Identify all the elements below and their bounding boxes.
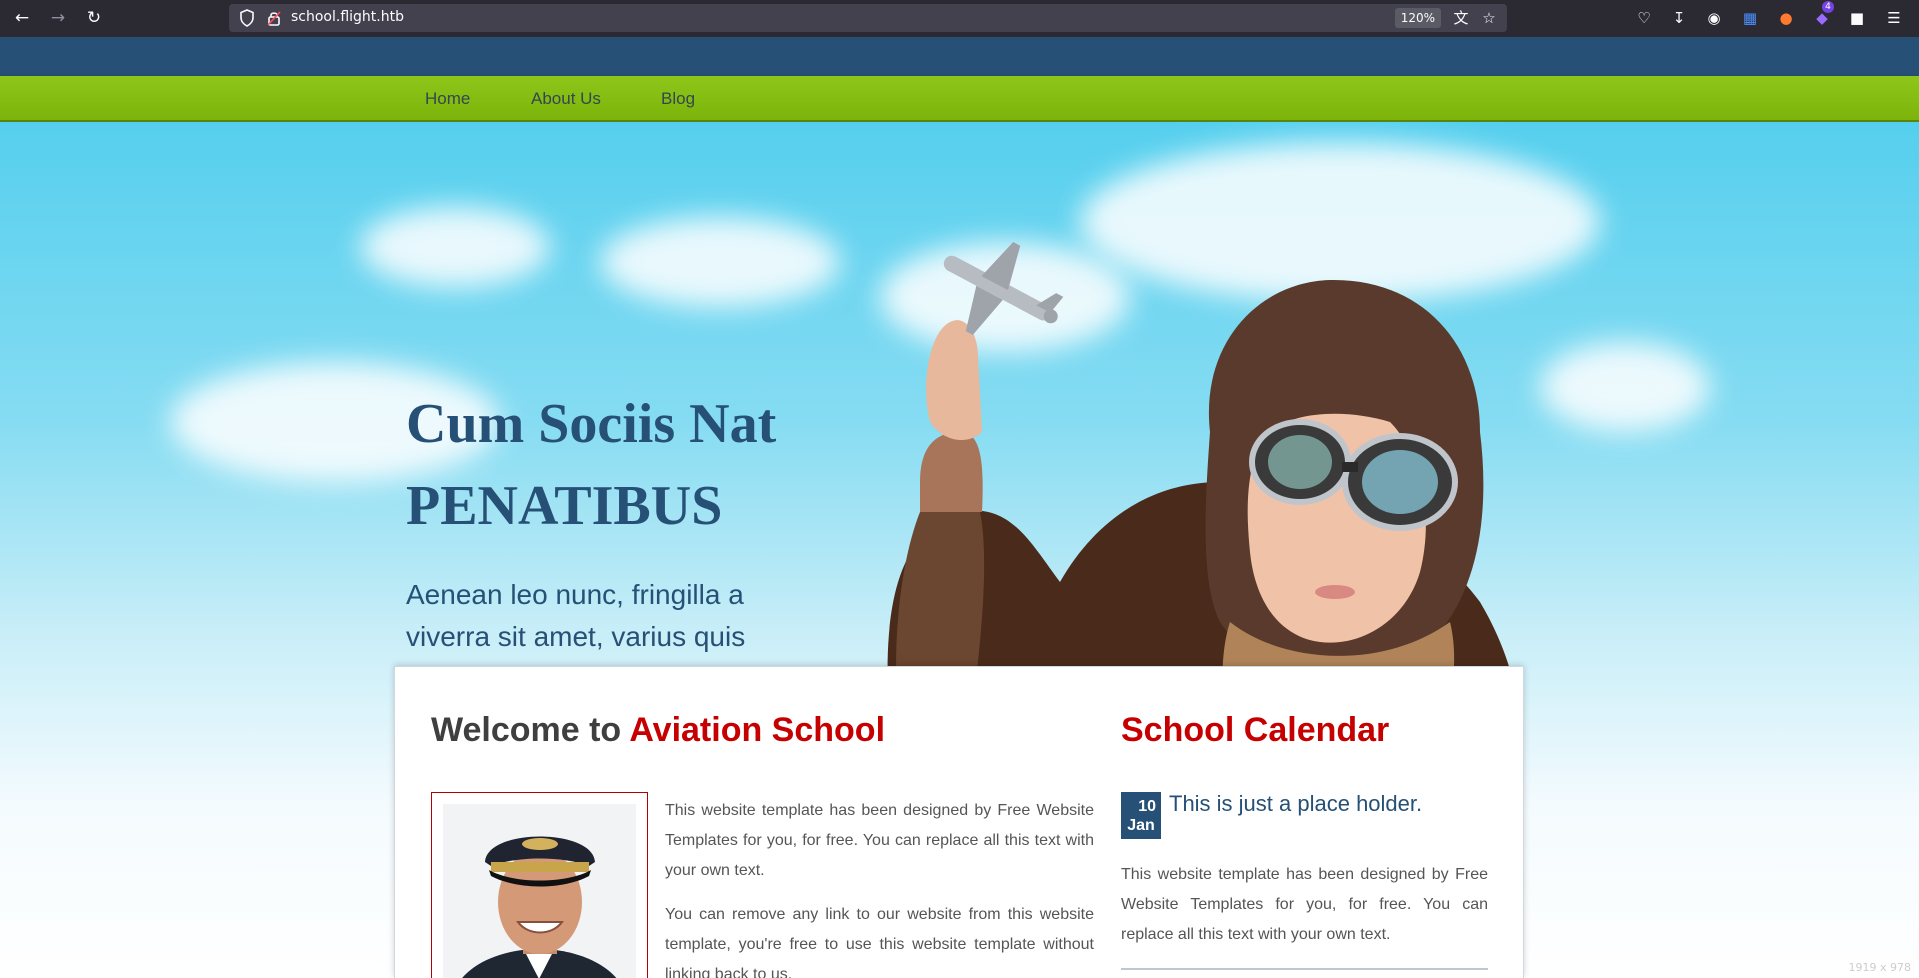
welcome-text: This website template has been designed …	[665, 796, 1094, 978]
lock-icon[interactable]	[266, 9, 282, 27]
url-text[interactable]: school.flight.htb	[291, 9, 404, 25]
welcome-heading: Welcome to Aviation School	[431, 711, 885, 750]
content-panel: Welcome to Aviation School This website …	[394, 666, 1524, 978]
nav-blog[interactable]: Blog	[661, 89, 695, 109]
pilot-photo	[443, 804, 636, 978]
welcome-accent: Aviation School	[629, 711, 886, 749]
back-icon[interactable]: ←	[11, 7, 33, 29]
menu-icon[interactable]: ☰	[1883, 7, 1905, 29]
event-date-badge: 10 Jan	[1121, 792, 1161, 839]
divider	[1121, 968, 1488, 970]
boy-pilot-image	[887, 241, 1520, 727]
download-icon[interactable]: ↧	[1668, 7, 1690, 29]
event-day: 10	[1138, 798, 1156, 815]
event-title-link[interactable]: This is just a place holder.	[1169, 791, 1422, 817]
pilot-photo-frame	[431, 792, 648, 978]
event-month: Jan	[1127, 817, 1155, 834]
extension-icon[interactable]: ◉	[1703, 7, 1725, 29]
cloud	[600, 217, 840, 307]
pilot-portrait-image	[443, 804, 636, 978]
welcome-prefix: Welcome to	[431, 711, 630, 749]
forward-icon[interactable]: →	[47, 7, 69, 29]
nav-about-us[interactable]: About Us	[531, 89, 601, 109]
hero-title-line1: Cum Sociis Nat	[406, 393, 777, 455]
extension-icon[interactable]: ■	[1846, 7, 1868, 29]
address-bar[interactable]: school.flight.htb 120% 文 ☆	[229, 4, 1507, 32]
zoom-level[interactable]: 120%	[1394, 8, 1441, 28]
bookmark-star-icon[interactable]: ☆	[1479, 8, 1499, 28]
hero-title-line2: PENATIBUS	[406, 475, 723, 537]
calendar-heading: School Calendar	[1121, 711, 1390, 749]
cloud	[1540, 342, 1710, 432]
shield-icon[interactable]	[238, 8, 256, 28]
main-navigation: Home About Us Blog	[0, 76, 1919, 122]
translator-extension-icon[interactable]: ▦	[1739, 7, 1761, 29]
reload-icon[interactable]: ↻	[83, 7, 105, 29]
pocket-icon[interactable]: ♡	[1633, 7, 1655, 29]
event-description: This website template has been designed …	[1121, 866, 1488, 943]
size-label: 1919 x 978	[1844, 959, 1915, 976]
translate-icon[interactable]: 文	[1451, 8, 1471, 28]
extension-badge-count: 4	[1822, 1, 1834, 13]
firefox-extension-icon[interactable]: ●	[1775, 7, 1797, 29]
site-header-bar	[0, 37, 1919, 76]
welcome-paragraph: This website template has been designed …	[665, 802, 1094, 879]
welcome-paragraph: You can remove any link to our website f…	[665, 906, 1094, 978]
cloud	[360, 207, 550, 287]
nav-home[interactable]: Home	[425, 89, 470, 109]
browser-toolbar: ← → ↻ school.flight.htb 120% 文 ☆ ♡ ↧ ◉ ▦…	[0, 0, 1919, 37]
